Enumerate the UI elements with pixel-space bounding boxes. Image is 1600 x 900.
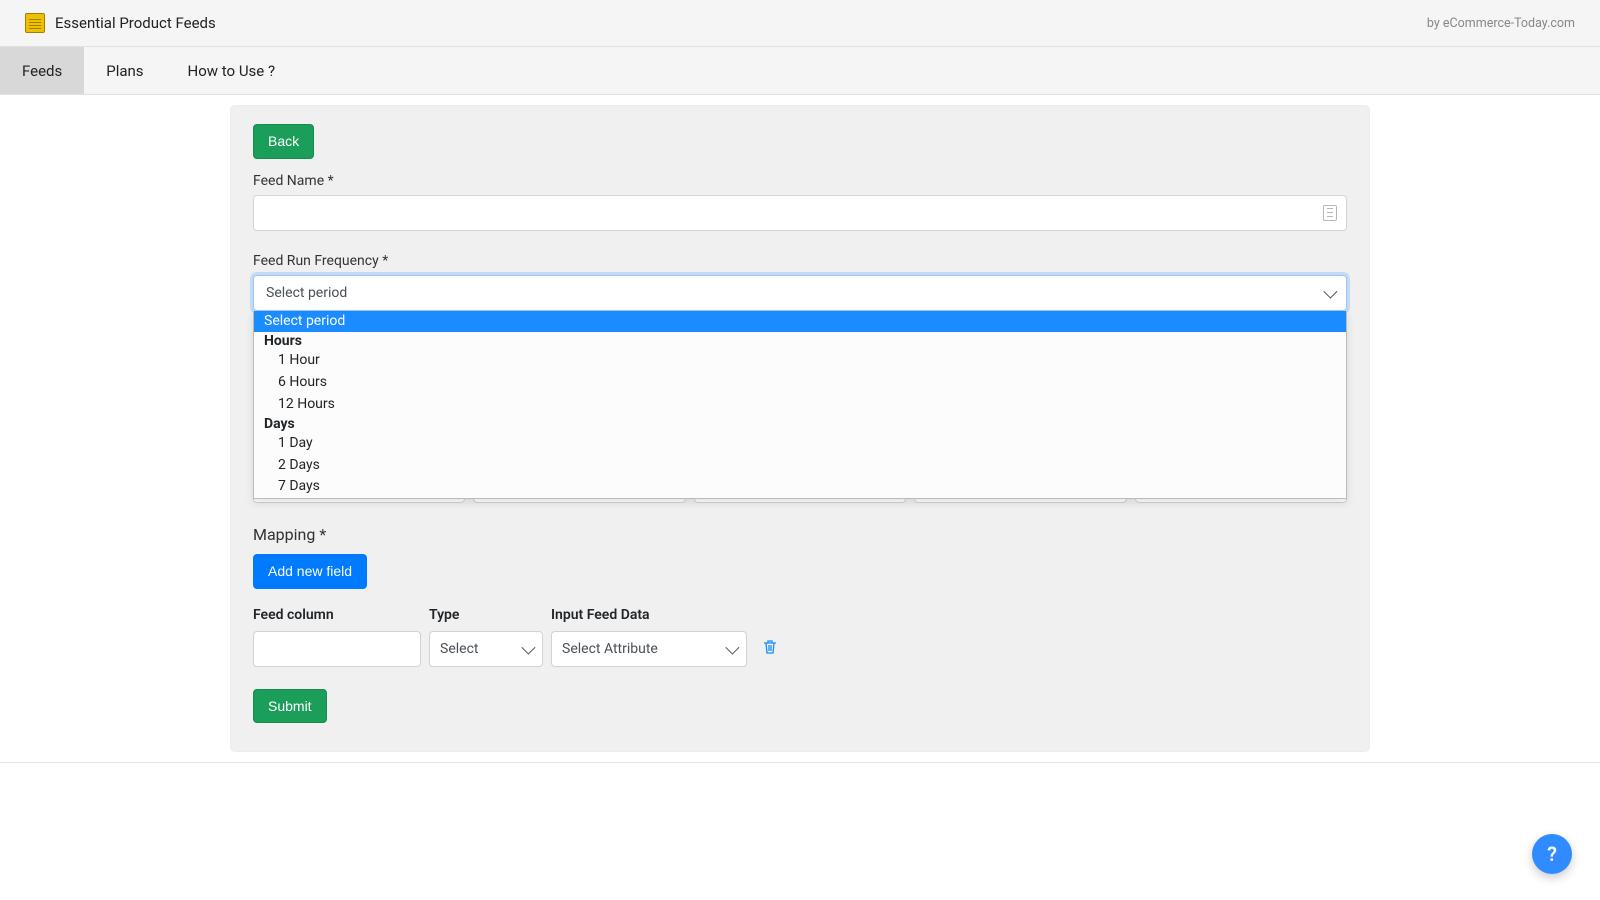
mapping-inputdata-value: Select Attribute	[562, 641, 658, 657]
dropdown-group-hours: Hours	[254, 332, 1346, 350]
dropdown-group-days: Days	[254, 415, 1346, 433]
chevron-down-icon	[521, 640, 535, 654]
dropdown-option-6hours[interactable]: 6 Hours	[254, 372, 1346, 394]
mapping-header-input: Input Feed Data	[551, 607, 755, 623]
divider	[0, 762, 1600, 763]
mapping-header: Feed column Type Input Feed Data	[253, 607, 1347, 623]
dropdown-option-2days[interactable]: 2 Days	[254, 455, 1346, 477]
dropdown-option-placeholder[interactable]: Select period	[254, 311, 1346, 333]
form-card: Back Feed Name * Feed Run Frequency * Se…	[230, 105, 1370, 752]
submit-button[interactable]: Submit	[253, 689, 327, 724]
byline: by eCommerce-Today.com	[1427, 16, 1575, 31]
dropdown-option-12hours[interactable]: 12 Hours	[254, 394, 1346, 416]
frequency-dropdown: Select period Hours 1 Hour 6 Hours 12 Ho…	[253, 311, 1347, 499]
trash-icon[interactable]	[763, 639, 777, 659]
back-button[interactable]: Back	[253, 124, 314, 159]
dropdown-option-7days[interactable]: 7 Days	[254, 476, 1346, 498]
mapping-label: Mapping *	[253, 525, 1347, 544]
mapping-row: Select Select Attribute	[253, 631, 1347, 667]
chevron-down-icon	[1323, 284, 1337, 298]
nav-tabs: Feeds Plans How to Use ?	[0, 47, 1600, 95]
add-new-field-button[interactable]: Add new field	[253, 554, 367, 589]
tab-howto[interactable]: How to Use ?	[166, 47, 298, 94]
chevron-down-icon	[725, 640, 739, 654]
frequency-selected-value: Select period	[266, 285, 347, 301]
help-fab[interactable]: ?	[1532, 834, 1572, 874]
feed-name-label: Feed Name *	[253, 173, 1347, 189]
dropdown-option-1day[interactable]: 1 Day	[254, 433, 1346, 455]
feed-name-wrap	[253, 195, 1347, 231]
app-logo-icon	[25, 13, 45, 33]
tab-plans[interactable]: Plans	[84, 47, 165, 94]
frequency-select-wrap: Select period Select period Hours 1 Hour…	[253, 275, 1347, 311]
frequency-select[interactable]: Select period	[253, 275, 1347, 311]
mapping-type-select[interactable]: Select	[429, 631, 543, 667]
mapping-header-feedcolumn: Feed column	[253, 607, 429, 623]
mapping-feedcolumn-input[interactable]	[253, 631, 421, 667]
frequency-label: Feed Run Frequency *	[253, 253, 1347, 269]
app-title: Essential Product Feeds	[55, 14, 216, 32]
tab-feeds[interactable]: Feeds	[0, 47, 84, 94]
mapping-type-value: Select	[440, 641, 478, 657]
page: Back Feed Name * Feed Run Frequency * Se…	[0, 95, 1600, 803]
mapping-inputdata-select[interactable]: Select Attribute	[551, 631, 747, 667]
mapping-header-type: Type	[429, 607, 551, 623]
form-icon	[1323, 205, 1337, 221]
dropdown-option-1hour[interactable]: 1 Hour	[254, 350, 1346, 372]
topbar: Essential Product Feeds by eCommerce-Tod…	[0, 0, 1600, 47]
topbar-left: Essential Product Feeds	[25, 13, 216, 33]
feed-name-input[interactable]	[253, 195, 1347, 231]
